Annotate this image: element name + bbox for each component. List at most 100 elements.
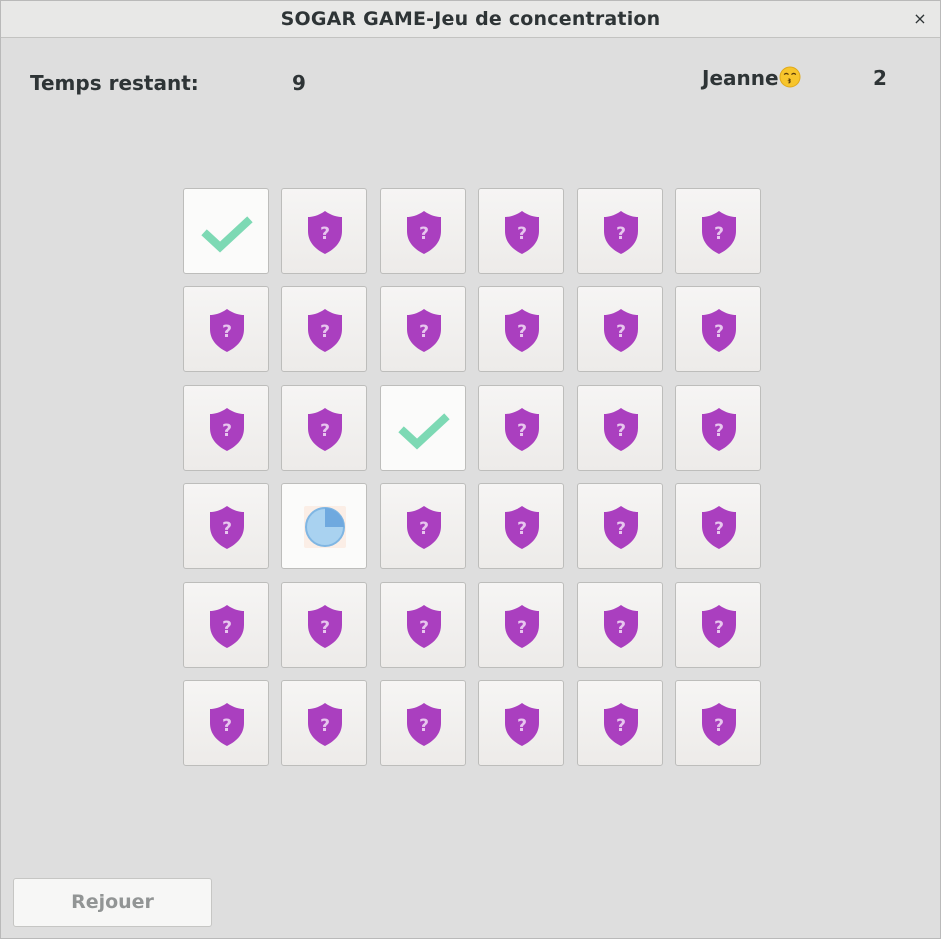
memory-card[interactable]: ? (675, 188, 761, 274)
time-remaining-value: 9 (292, 71, 306, 95)
memory-card[interactable]: ? (380, 188, 466, 274)
shield-question-icon: ? (308, 408, 342, 451)
checkmark-icon (201, 216, 253, 253)
shield-question-icon: ? (407, 703, 441, 746)
memory-card[interactable]: ? (478, 286, 564, 372)
memory-card[interactable]: ? (183, 680, 269, 766)
memory-card[interactable]: ? (675, 385, 761, 471)
shield-question-icon: ? (604, 211, 638, 254)
svg-text:?: ? (320, 322, 330, 342)
shield-question-icon: ? (210, 605, 244, 648)
shield-question-icon: ? (604, 408, 638, 451)
memory-card[interactable]: ? (675, 286, 761, 372)
shield-question-icon: ? (210, 309, 244, 352)
memory-card[interactable] (281, 483, 367, 569)
memory-card[interactable]: ? (281, 286, 367, 372)
shield-question-icon: ? (505, 211, 539, 254)
svg-text:?: ? (616, 618, 626, 638)
memory-card[interactable]: ? (183, 385, 269, 471)
shield-question-icon: ? (702, 309, 736, 352)
memory-card[interactable]: ? (183, 286, 269, 372)
svg-text:?: ? (517, 224, 527, 244)
shield-question-icon: ? (702, 605, 736, 648)
memory-card[interactable]: ? (675, 582, 761, 668)
shield-question-icon: ? (604, 703, 638, 746)
memory-card[interactable]: ? (380, 286, 466, 372)
memory-card[interactable]: ? (577, 582, 663, 668)
memory-card[interactable]: ? (577, 483, 663, 569)
memory-card[interactable]: ? (675, 483, 761, 569)
shield-question-icon: ? (210, 408, 244, 451)
memory-card[interactable]: ? (577, 680, 663, 766)
svg-text:?: ? (419, 322, 429, 342)
shield-question-icon: ? (604, 506, 638, 549)
memory-card[interactable]: ? (577, 385, 663, 471)
shield-question-icon: ? (505, 506, 539, 549)
memory-card[interactable]: ? (478, 582, 564, 668)
svg-text:?: ? (517, 421, 527, 441)
kissing-face-emoji-icon (779, 66, 801, 88)
svg-text:?: ? (517, 716, 527, 736)
svg-text:?: ? (714, 421, 724, 441)
memory-card[interactable]: ? (478, 483, 564, 569)
svg-text:?: ? (419, 716, 429, 736)
svg-text:?: ? (616, 716, 626, 736)
svg-text:?: ? (616, 421, 626, 441)
svg-text:?: ? (320, 618, 330, 638)
player-name: Jeanne (702, 66, 779, 90)
title-bar: SOGAR GAME-Jeu de concentration × (1, 1, 940, 38)
memory-card[interactable] (380, 385, 466, 471)
svg-text:?: ? (320, 421, 330, 441)
player-score: 2 (873, 66, 887, 90)
shield-question-icon: ? (505, 309, 539, 352)
shield-question-icon: ? (604, 309, 638, 352)
svg-text:?: ? (517, 519, 527, 539)
memory-card[interactable]: ? (281, 680, 367, 766)
svg-text:?: ? (419, 519, 429, 539)
memory-card[interactable]: ? (675, 680, 761, 766)
memory-card[interactable]: ? (183, 582, 269, 668)
game-window: SOGAR GAME-Jeu de concentration × Temps … (0, 0, 941, 939)
shield-question-icon: ? (210, 506, 244, 549)
memory-card[interactable]: ? (380, 680, 466, 766)
svg-text:?: ? (517, 322, 527, 342)
svg-text:?: ? (714, 224, 724, 244)
svg-text:?: ? (222, 322, 232, 342)
svg-text:?: ? (714, 716, 724, 736)
svg-text:?: ? (616, 224, 626, 244)
svg-text:?: ? (419, 618, 429, 638)
close-button[interactable]: × (908, 7, 932, 31)
memory-card[interactable]: ? (577, 188, 663, 274)
shield-question-icon: ? (407, 605, 441, 648)
memory-card[interactable]: ? (281, 385, 367, 471)
replay-button[interactable]: Rejouer (13, 878, 212, 927)
memory-card[interactable]: ? (281, 582, 367, 668)
shield-question-icon: ? (407, 506, 441, 549)
shield-question-icon: ? (702, 211, 736, 254)
memory-card[interactable]: ? (380, 483, 466, 569)
svg-text:?: ? (419, 224, 429, 244)
shield-question-icon: ? (407, 309, 441, 352)
memory-card[interactable]: ? (478, 188, 564, 274)
svg-text:?: ? (222, 421, 232, 441)
svg-text:?: ? (222, 618, 232, 638)
shield-question-icon: ? (505, 703, 539, 746)
memory-card[interactable]: ? (183, 483, 269, 569)
shield-question-icon: ? (702, 506, 736, 549)
shield-question-icon: ? (407, 211, 441, 254)
memory-card[interactable]: ? (478, 385, 564, 471)
shield-question-icon: ? (604, 605, 638, 648)
svg-text:?: ? (714, 322, 724, 342)
memory-card[interactable]: ? (478, 680, 564, 766)
memory-card[interactable] (183, 188, 269, 274)
shield-question-icon: ? (308, 703, 342, 746)
svg-text:?: ? (320, 716, 330, 736)
svg-text:?: ? (320, 224, 330, 244)
shield-question-icon: ? (505, 605, 539, 648)
memory-card[interactable]: ? (380, 582, 466, 668)
memory-card[interactable]: ? (577, 286, 663, 372)
time-remaining-label: Temps restant: (30, 71, 199, 95)
svg-text:?: ? (714, 519, 724, 539)
memory-card[interactable]: ? (281, 188, 367, 274)
checkmark-icon (398, 413, 450, 450)
